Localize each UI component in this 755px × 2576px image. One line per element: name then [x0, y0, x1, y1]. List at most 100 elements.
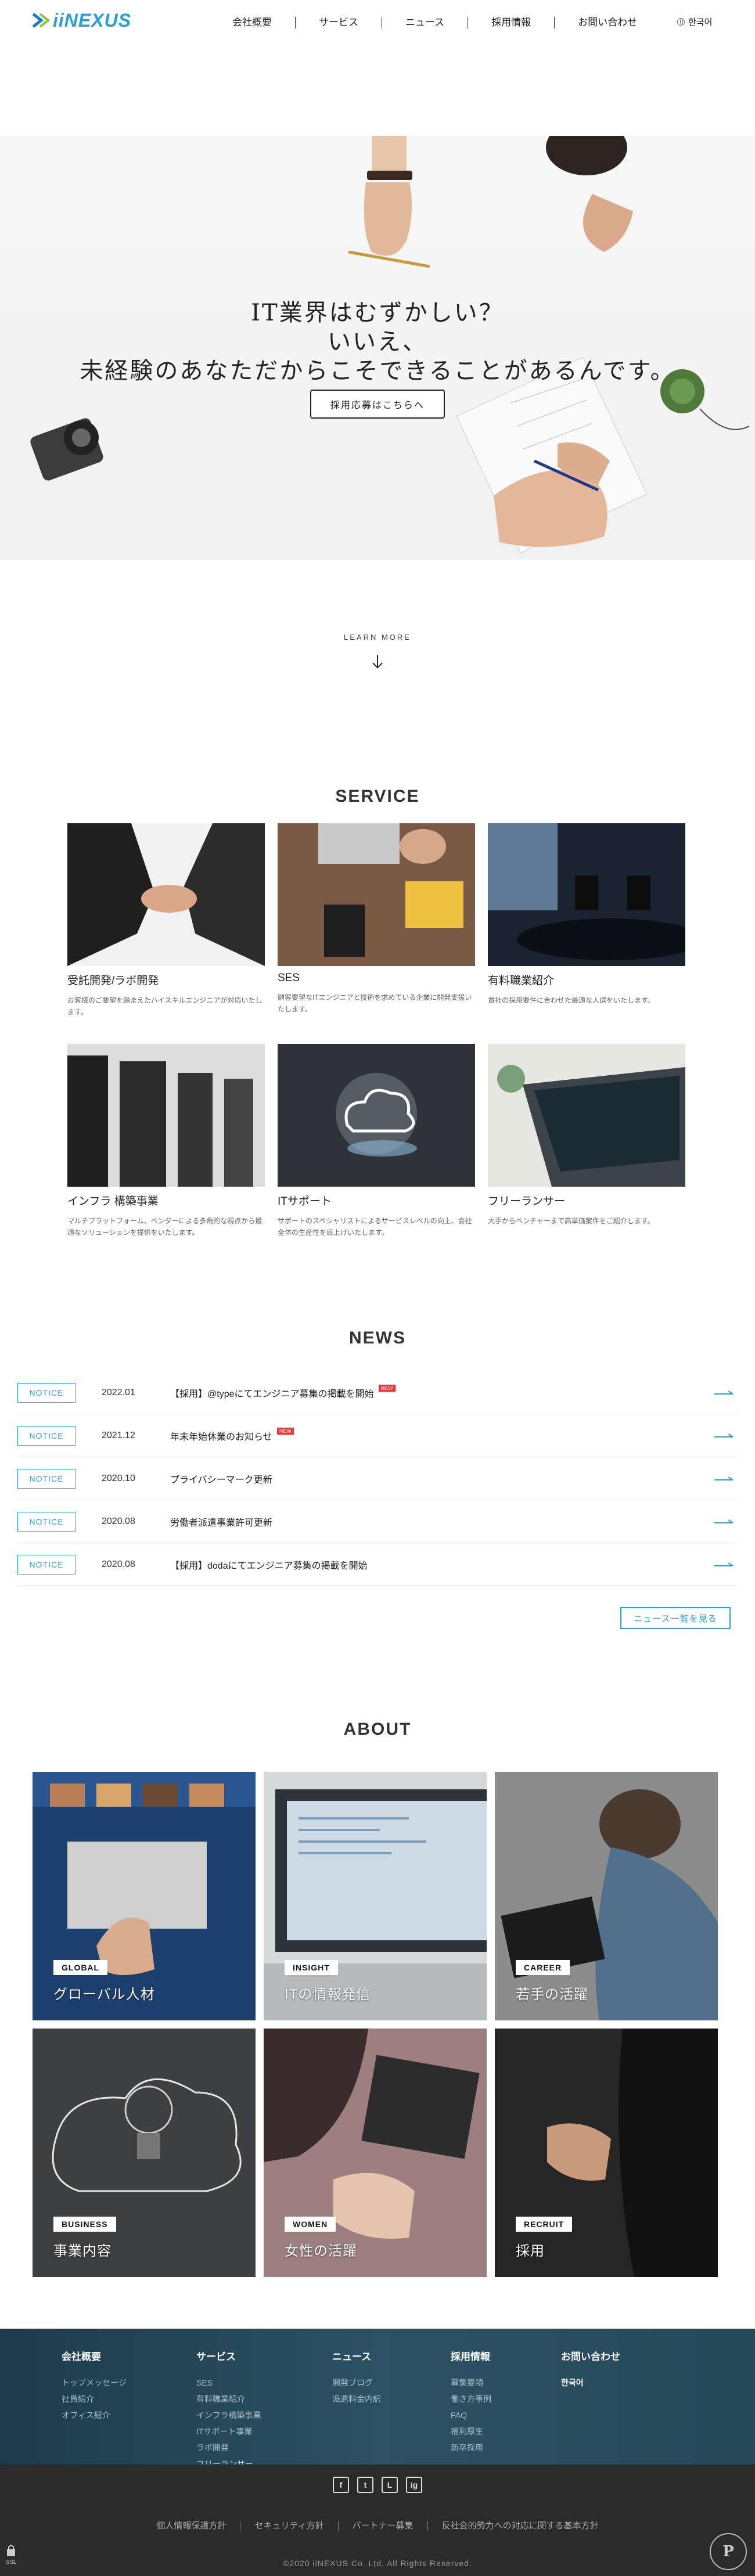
about-tag-business: BUSINESS: [53, 2217, 116, 2232]
service-desc-5: 大手からベンチャーまで高単価案件をご紹介します。: [488, 1217, 655, 1225]
service-image-laptop-desk: [278, 823, 475, 966]
footer-link[interactable]: 派遣料金内訳: [332, 2391, 381, 2407]
arrow-right-icon: [714, 1433, 734, 1437]
news-badge: NOTICE: [17, 1382, 76, 1403]
site-logo[interactable]: iiNEXUS: [32, 10, 131, 31]
service-title-4: ITサポート: [278, 1195, 332, 1208]
news-badge: NOTICE: [17, 1554, 76, 1575]
arrow-right-icon: [714, 1476, 734, 1480]
footer-link[interactable]: SES: [196, 2375, 261, 2391]
nav-service[interactable]: サービス: [296, 17, 382, 28]
service-card-infra[interactable]: インフラ 構築事業 マルチプラットフォーム、ベンダーによる多角的な視点から最適な…: [67, 1044, 265, 1238]
line-icon[interactable]: L: [382, 2477, 398, 2493]
arrow-right-icon: [714, 1562, 734, 1566]
footer-heading[interactable]: 会社概要: [62, 2348, 127, 2363]
language-label: 한국어: [688, 17, 713, 27]
footer-link[interactable]: FAQ: [451, 2407, 491, 2423]
hero-line-3: 未経験のあなただからこそできることがあるんです。: [80, 358, 675, 384]
news-title-text: 労働者派遣事業許可更新: [170, 1518, 273, 1528]
privacy-mark-badge[interactable]: P: [710, 2533, 747, 2570]
apply-button[interactable]: 採用応募はこちらへ: [310, 390, 445, 419]
service-image-server-room: [67, 1044, 265, 1187]
service-image-code-laptop: [488, 1044, 685, 1187]
about-card-women[interactable]: WOMEN 女性の活躍: [264, 2029, 487, 2277]
service-image-handshake: [67, 823, 265, 966]
footer-sitemap: 会社概要 トップメッセージ 社員紹介 オフィス紹介 サービス SES 有料職業紹…: [0, 2329, 755, 2469]
camera-illustration: [30, 418, 103, 481]
news-item[interactable]: NOTICE 2020.10 プライバシーマーク更新: [17, 1457, 738, 1500]
language-switch[interactable]: 한국어: [677, 16, 712, 28]
footer-col-service: サービス SES 有料職業紹介 インフラ構築事業 ITサポート事業 ラボ開発 フ…: [196, 2348, 261, 2472]
footer-link[interactable]: 新卒採用: [451, 2440, 491, 2456]
footer-link[interactable]: インフラ構築事業: [196, 2407, 261, 2423]
about-card-insight[interactable]: INSIGHT ITの情報発信: [264, 1772, 487, 2020]
footer-col-contact: お問い合わせ 한국어: [561, 2348, 620, 2391]
policy-links: 個人情報保護方針 セキュリティ方針 パートナー募集 反社会的勢力への対応に関する…: [0, 2521, 755, 2531]
service-desc-2: 貴社の採用要件に合わせた最適な人選をいたします。: [488, 996, 655, 1004]
footer-link[interactable]: オフィス紹介: [62, 2407, 127, 2423]
nav-news[interactable]: ニュース: [382, 17, 469, 28]
service-image-cloud: [278, 1044, 475, 1187]
nav-recruit[interactable]: 採用情報: [468, 17, 555, 28]
service-card-ses[interactable]: SES 顧客要望なITエンジニアと技術を求めている企業に開発支援いたします。: [278, 823, 475, 1015]
service-card-it-support[interactable]: ITサポート サポートのスペシャリストによるサービスレベルの向上、会社全体の生産…: [278, 1044, 475, 1238]
hero-line-2: いいえ、: [328, 329, 427, 355]
security-policy-link[interactable]: セキュリティ方針: [240, 2521, 339, 2531]
about-label-career: 若手の活躍: [516, 1987, 588, 2002]
footer-link[interactable]: ITサポート事業: [196, 2423, 261, 2440]
privacy-policy-link[interactable]: 個人情報保護方針: [142, 2521, 241, 2531]
site-header: iiNEXUS 会社概要 サービス ニュース 採用情報 お問い合わせ 한국어: [0, 0, 755, 46]
news-date: 2020.08: [102, 1516, 135, 1526]
footer-link[interactable]: トップメッセージ: [62, 2375, 127, 2391]
service-card-placement[interactable]: 有料職業紹介 貴社の採用要件に合わせた最適な人選をいたします。: [488, 823, 685, 1006]
facebook-icon[interactable]: f: [333, 2477, 349, 2493]
hero-line-1: IT業界はむずかしい？: [251, 300, 504, 326]
about-tag-women: WOMEN: [285, 2217, 336, 2232]
copyright: ©2020 iiNEXUS Co. Ltd. All Rights Reserv…: [283, 2559, 472, 2568]
new-tag: NEW: [276, 1427, 294, 1435]
nav-company[interactable]: 会社概要: [232, 17, 296, 28]
ssl-badge[interactable]: SSL: [5, 2543, 17, 2568]
arrow-right-icon: [714, 1390, 734, 1395]
news-item[interactable]: NOTICE 2020.08 労働者派遣事業許可更新: [17, 1500, 738, 1543]
footer-link[interactable]: 社員紹介: [62, 2391, 127, 2407]
new-tag: NEW: [378, 1384, 396, 1392]
footer-heading[interactable]: 採用情報: [451, 2348, 491, 2363]
head-illustration: [546, 136, 633, 252]
footer-link[interactable]: 福利厚生: [451, 2423, 491, 2440]
news-item[interactable]: NOTICE 2022.01 【採用】@typeにてエンジニア募集の掲載を開始 N…: [17, 1371, 738, 1414]
about-card-career[interactable]: CAREER 若手の活躍: [495, 1772, 718, 2020]
about-card-recruit[interactable]: RECRUIT 採用: [495, 2029, 718, 2277]
partner-link[interactable]: パートナー募集: [339, 2521, 428, 2531]
nav-contact[interactable]: お問い合わせ: [555, 17, 660, 28]
arrow-down-icon[interactable]: [368, 653, 387, 671]
about-label-global: グローバル人材: [53, 1987, 155, 2002]
news-item[interactable]: NOTICE 2020.08 【採用】dodaにてエンジニア募集の掲載を開始: [17, 1543, 738, 1586]
news-more-button[interactable]: ニュース一覧を見る: [620, 1607, 731, 1629]
footer-link[interactable]: 募集要項: [451, 2375, 491, 2391]
service-card-freelancer[interactable]: フリーランサー 大手からベンチャーまで高単価案件をご紹介します。: [488, 1044, 685, 1227]
footer-link[interactable]: 開発ブログ: [332, 2375, 381, 2391]
twitter-icon[interactable]: t: [357, 2477, 373, 2493]
about-card-business[interactable]: BUSINESS 事業内容: [33, 2029, 256, 2277]
instagram-icon[interactable]: ig: [406, 2477, 422, 2493]
about-card-global[interactable]: GLOBAL グローバル人材: [33, 1772, 256, 2020]
arrow-right-icon: [714, 1519, 734, 1523]
news-title-text: プライバシーマーク更新: [170, 1475, 272, 1485]
footer-heading[interactable]: お問い合わせ: [561, 2348, 620, 2363]
service-card-contract-dev[interactable]: 受託開発/ラボ開発 お客様のご要望を踏まえたハイスキルエンジニアが対応いたします…: [67, 823, 265, 1018]
antisocial-policy-link[interactable]: 反社会的勢力への対応に関する基本方針: [428, 2521, 613, 2531]
news-item[interactable]: NOTICE 2021.12 年末年始休業のお知らせ NEW: [17, 1414, 738, 1457]
footer-link[interactable]: 働き方事例: [451, 2391, 491, 2407]
service-title-5: フリーランサー: [488, 1195, 566, 1208]
service-title-2: 有料職業紹介: [488, 975, 555, 987]
service-image-meeting-room: [488, 823, 685, 966]
footer-link[interactable]: 有料職業紹介: [196, 2391, 261, 2407]
about-label-business: 事業内容: [53, 2243, 112, 2259]
footer-heading[interactable]: ニュース: [332, 2348, 381, 2363]
learn-more-label[interactable]: LEARN MORE: [0, 633, 755, 642]
footer-col-news: ニュース 開発ブログ 派遣料金内訳: [332, 2348, 381, 2407]
footer-link[interactable]: ラボ開発: [196, 2440, 261, 2456]
footer-link[interactable]: 한국어: [561, 2375, 620, 2391]
footer-heading[interactable]: サービス: [196, 2348, 261, 2363]
